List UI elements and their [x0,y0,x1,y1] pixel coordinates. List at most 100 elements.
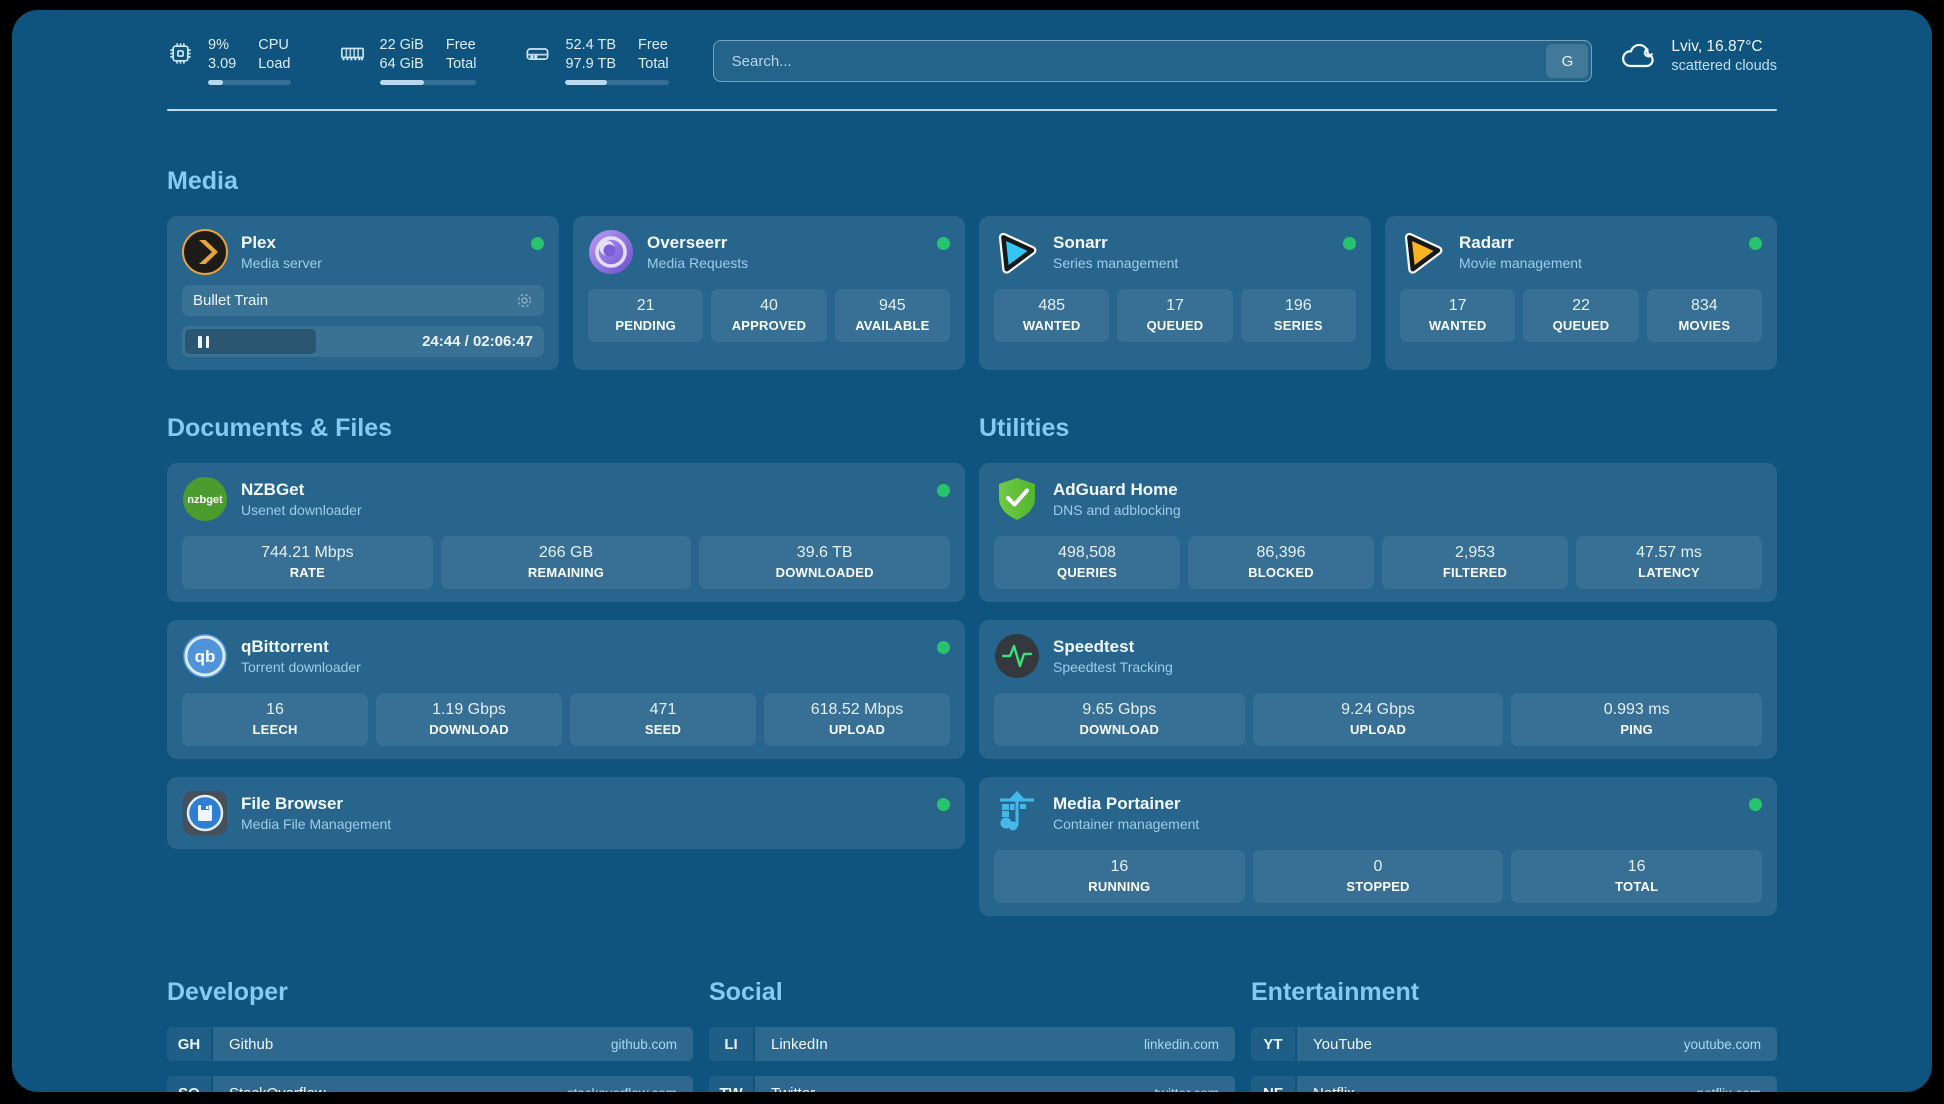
service-card-adguard[interactable]: AdGuard Home DNS and adblocking 498,508 … [979,463,1777,602]
service-card-radarr[interactable]: Radarr Movie management 17 WANTED 22 QUE… [1385,216,1777,370]
service-title: NZBGet [241,480,362,500]
bookmark-name: Netflix [1313,1085,1355,1093]
bookmark-groups: Developer GH Github github.com SO StackO… [167,978,1777,1092]
bookmark-linkedin[interactable]: LI LinkedIn linkedin.com [709,1027,1235,1061]
stat-download: 9.65 Gbps DOWNLOAD [994,693,1245,746]
bookmark-url: youtube.com [1684,1037,1761,1052]
service-card-portainer[interactable]: Media Portainer Container management 16 … [979,777,1777,916]
bookmark-group-entertainment: Entertainment YT YouTube youtube.com NF … [1251,978,1777,1092]
disk-free-label: Free [638,36,669,55]
stat-wanted: 485 WANTED [994,289,1109,342]
stat-remaining: 266 GB REMAINING [441,536,692,589]
bookmark-url: stackoverflow.com [567,1086,677,1093]
stat-queued: 22 QUEUED [1523,289,1638,342]
bookmark-name: YouTube [1313,1036,1372,1053]
stat-queued: 17 QUEUED [1117,289,1232,342]
service-title: Overseerr [647,233,748,253]
status-dot [937,237,950,250]
bookmark-abbr: TW [709,1076,753,1092]
service-title: qBittorrent [241,637,361,657]
memory-total-label: Total [446,55,477,74]
stat-queries: 498,508 QUERIES [994,536,1180,589]
service-subtitle: Torrent downloader [241,659,361,675]
cpu-load-value: 3.09 [208,55,236,74]
plex-icon [182,229,228,275]
gear-icon[interactable] [516,292,533,309]
service-subtitle: Movie management [1459,255,1582,271]
memory-widget: 22 GiB 64 GiB Free Total [339,36,477,85]
sonarr-icon [994,229,1040,275]
playback-time: 24:44 / 02:06:47 [422,333,533,350]
service-title: Plex [241,233,322,253]
bookmark-abbr: LI [709,1027,753,1061]
service-card-sonarr[interactable]: Sonarr Series management 485 WANTED 17 Q… [979,216,1371,370]
stat-running: 16 RUNNING [994,850,1245,903]
speedtest-icon [994,633,1040,679]
stat-upload: 618.52 Mbps UPLOAD [764,693,950,746]
bookmark-abbr: YT [1251,1027,1295,1061]
status-dot [937,484,950,497]
bookmark-name: Github [229,1036,273,1053]
service-card-plex[interactable]: Plex Media server Bullet Train [167,216,559,370]
service-card-nzbget[interactable]: nzbget NZBGet Usenet downloader 744.21 M… [167,463,965,602]
service-card-qbittorrent[interactable]: qb qBittorrent Torrent downloader 16 LEE… [167,620,965,759]
bookmark-stackoverflow[interactable]: SO StackOverflow stackoverflow.com [167,1076,693,1092]
media-cards: Plex Media server Bullet Train [167,216,1777,370]
bookmark-github[interactable]: GH Github github.com [167,1027,693,1061]
stat-ping: 0.993 ms PING [1511,693,1762,746]
memory-total-value: 64 GiB [380,55,424,74]
cloud-icon [1620,40,1658,72]
status-dot [1749,798,1762,811]
memory-icon [339,40,366,67]
documents-column: Documents & Files nzbget NZBGet Usenet d… [167,370,965,867]
section-header-social: Social [709,978,1235,1007]
topbar-divider [167,109,1777,111]
radarr-icon [1400,229,1446,275]
utilities-column: Utilities [979,370,1777,934]
service-title: AdGuard Home [1053,480,1181,500]
cpu-load-label: Load [258,55,290,74]
pause-button[interactable] [185,329,316,354]
service-subtitle: Speedtest Tracking [1053,659,1173,675]
stat-downloaded: 39.6 TB DOWNLOADED [699,536,950,589]
stat-blocked: 86,396 BLOCKED [1188,536,1374,589]
service-card-overseerr[interactable]: Overseerr Media Requests 21 PENDING 40 A… [573,216,965,370]
status-dot [1343,237,1356,250]
search-bar: G [713,40,1593,82]
search-provider-button[interactable]: G [1546,44,1588,78]
bookmark-url: twitter.com [1154,1086,1219,1093]
section-header-entertainment: Entertainment [1251,978,1777,1007]
status-dot [937,798,950,811]
disk-total-value: 97.9 TB [565,55,616,74]
disk-total-label: Total [638,55,669,74]
section-header-developer: Developer [167,978,693,1007]
now-playing-title: Bullet Train [193,292,268,309]
bookmark-youtube[interactable]: YT YouTube youtube.com [1251,1027,1777,1061]
stat-wanted: 17 WANTED [1400,289,1515,342]
service-card-filebrowser[interactable]: File Browser Media File Management [167,777,965,849]
stat-pending: 21 PENDING [588,289,703,342]
stat-download: 1.19 Gbps DOWNLOAD [376,693,562,746]
status-dot [1749,237,1762,250]
disk-free-value: 52.4 TB [565,36,616,55]
service-subtitle: DNS and adblocking [1053,502,1181,518]
stat-total: 16 TOTAL [1511,850,1762,903]
section-header-documents: Documents & Files [167,414,965,443]
adguard-icon [994,476,1040,522]
portainer-icon [994,790,1040,836]
pause-icon [198,336,202,348]
stat-series: 196 SERIES [1241,289,1356,342]
status-dot [531,237,544,250]
service-title: Radarr [1459,233,1582,253]
service-subtitle: Usenet downloader [241,502,362,518]
stat-movies: 834 MOVIES [1647,289,1762,342]
filebrowser-icon [182,790,228,836]
bookmark-twitter[interactable]: TW Twitter twitter.com [709,1076,1235,1092]
disk-icon [524,40,551,67]
cpu-usage-label: CPU [258,36,290,55]
search-input[interactable] [714,41,1544,81]
topbar: 9% 3.09 CPU Load [167,36,1777,85]
bookmark-netflix[interactable]: NF Netflix netflix.com [1251,1076,1777,1092]
bookmark-url: linkedin.com [1144,1037,1219,1052]
service-card-speedtest[interactable]: Speedtest Speedtest Tracking 9.65 Gbps D… [979,620,1777,759]
